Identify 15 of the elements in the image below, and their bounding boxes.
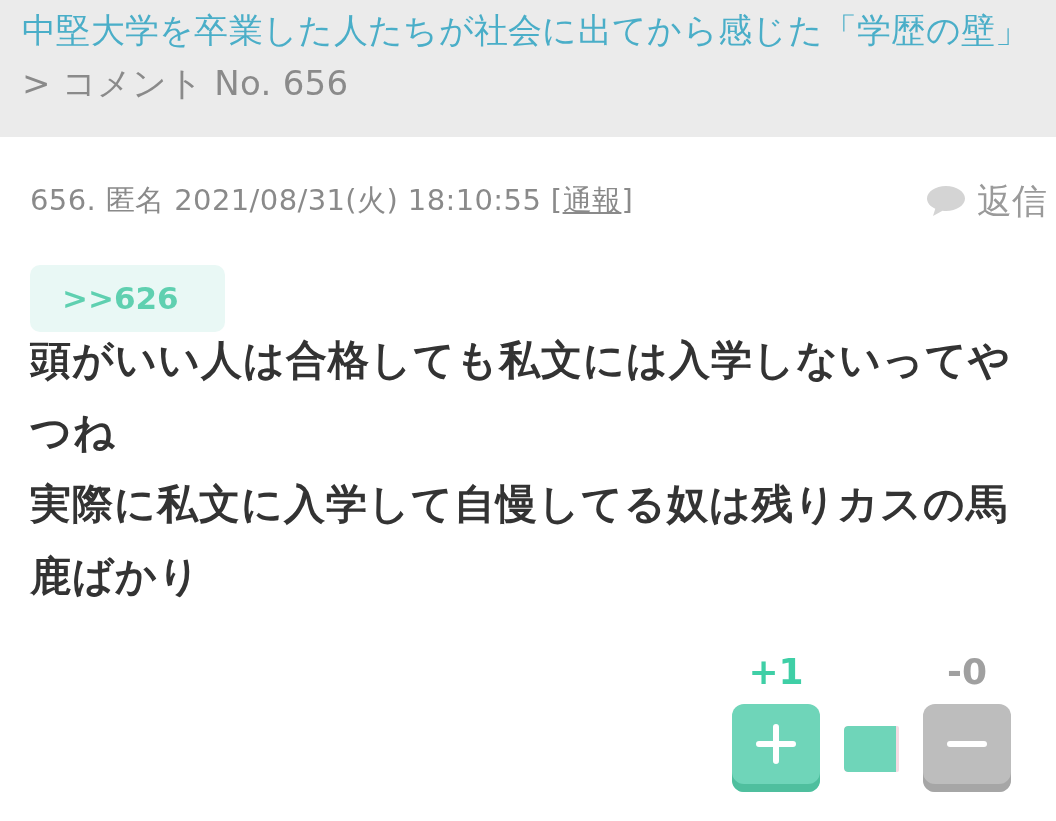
comment-meta: 656. 匿名 2021/08/31(火) 18:10:55 [通報]	[30, 182, 634, 219]
breadcrumb-current: > コメント No. 656	[22, 62, 350, 105]
report-link[interactable]: 通報	[562, 183, 622, 217]
upvote-button[interactable]	[732, 704, 820, 792]
article-title-link[interactable]: 中堅大学を卒業した人たちが社会に出てから感じた「学歴の壁」	[22, 4, 1046, 57]
comment-text: 頭がいい人は合格しても私文には入学しないってやつね	[30, 335, 1012, 458]
comment-text: 実際に私文に入学して自慢してる奴は残りカスの馬鹿ばかり	[30, 479, 1009, 602]
reply-anchor-link[interactable]: >>626	[30, 265, 225, 332]
downvote-count: -0	[947, 652, 987, 692]
downvote-button[interactable]	[923, 704, 1011, 792]
upvote-count: +1	[748, 652, 804, 692]
reply-button[interactable]: 返信	[927, 177, 1047, 225]
minus-icon	[947, 741, 987, 747]
plus-icon	[756, 724, 796, 764]
speech-bubble-icon	[927, 186, 965, 216]
